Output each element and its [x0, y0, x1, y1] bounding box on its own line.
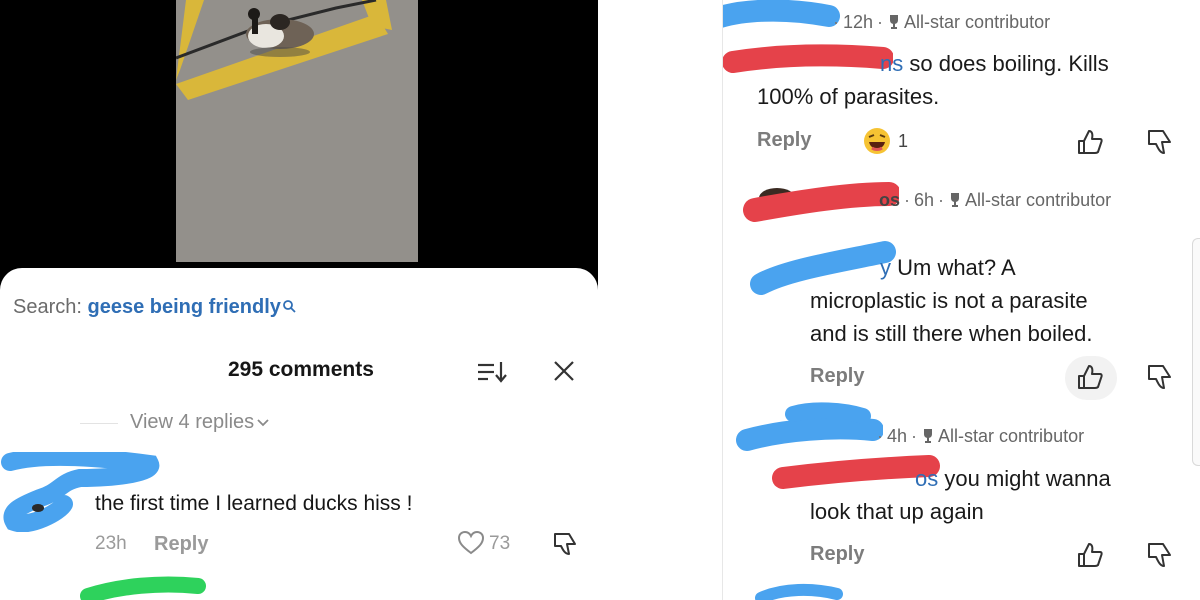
comment-3-time: 4h [887, 426, 908, 446]
thumbs-down-icon[interactable] [1145, 540, 1175, 575]
comment-2-time: 6h [914, 190, 935, 210]
view-replies-link[interactable]: View 4 replies [130, 411, 270, 434]
comment-1-reaction-count: 1 [898, 131, 909, 151]
comment-1-time: 12h [843, 12, 874, 32]
scroll-edge[interactable] [1192, 238, 1200, 466]
video-player[interactable] [0, 0, 598, 290]
view-replies-label: View 4 replies [130, 411, 255, 433]
chevron-down-icon [257, 419, 269, 426]
search-suggestion[interactable]: Search: geese being friendly [13, 296, 296, 319]
comment-2-badge: All-star contributor [965, 190, 1112, 210]
video-frame-goose-on-parking-lot [176, 0, 418, 262]
comment-1-reply-button[interactable]: Reply [757, 129, 811, 152]
redacted-next-avatar [755, 583, 843, 600]
trophy-icon [948, 192, 962, 213]
magnifier-icon [282, 296, 296, 319]
laughing-emoji-icon[interactable] [862, 126, 892, 161]
replies-divider [80, 423, 118, 424]
comment-2-text-line2: microplastic is not a parasite [810, 288, 1088, 313]
comment-2-reply-button[interactable]: Reply [810, 365, 864, 388]
comment-3-text-line2: look that up again [810, 499, 984, 524]
comment-1-meta: · 12h · All-star contributor [829, 12, 1050, 35]
left-panel: Search: geese being friendly 295 comment… [0, 0, 598, 600]
thumbs-down-icon[interactable] [551, 530, 579, 563]
comment-text: the first time I learned ducks hiss ! [95, 492, 413, 515]
sort-icon[interactable] [474, 358, 508, 386]
comment-3-mention[interactable]: os [810, 466, 938, 491]
comment-1-badge: All-star contributor [904, 12, 1051, 32]
comments-count-title: 295 comments [228, 358, 374, 381]
redacted-avatar-2 [743, 182, 899, 222]
redacted-next-username [80, 576, 206, 600]
comment-3-meta: · 4h · All-star contributor [873, 426, 1084, 449]
redacted-avatar-3 [736, 402, 883, 451]
thumbs-up-icon[interactable] [1075, 540, 1105, 575]
comment-2-text-line3: and is still there when boiled. [810, 321, 1093, 346]
comment-2-name-tail: os [879, 190, 901, 210]
thumbs-down-icon[interactable] [1145, 127, 1175, 162]
comment-1-text-line1: so does boiling. Kills [903, 51, 1109, 76]
thumbs-down-icon[interactable] [1145, 362, 1175, 397]
thumbs-up-icon[interactable] [1075, 127, 1105, 162]
search-query-link[interactable]: geese being friendly [88, 296, 281, 318]
search-prefix: Search: [13, 296, 82, 318]
comment-1-text: ns so does boiling. Kills 100% of parasi… [757, 47, 1109, 113]
comment-3-reply-button[interactable]: Reply [810, 543, 864, 566]
thumbs-up-icon[interactable] [1075, 362, 1105, 397]
heart-icon[interactable] [457, 530, 485, 561]
comment-1-text-line2: 100% of parasites. [757, 84, 940, 109]
comment-3-text: os you might wanna look that up again [810, 462, 1111, 528]
trophy-icon [921, 428, 935, 449]
trophy-icon [887, 14, 901, 35]
reply-button[interactable]: Reply [154, 533, 208, 556]
comment-3-text-line1: you might wanna [938, 466, 1111, 491]
comment-1-mention[interactable]: ns [757, 51, 903, 76]
comment-2-mention[interactable]: y [810, 255, 891, 280]
comment-3-badge: All-star contributor [938, 426, 1085, 446]
right-panel: · 12h · All-star contributor ns so does boi… [722, 0, 1200, 600]
comment-timestamp: 23h [95, 533, 127, 554]
comment-2-text: y Um what? A microplastic is not a paras… [810, 251, 1093, 350]
like-count: 73 [489, 533, 511, 554]
comment-2-text-line1: Um what? A [891, 255, 1016, 280]
comment-2-meta: os · 6h · All-star contributor [879, 190, 1111, 213]
parking-lot-image [176, 0, 418, 262]
close-icon[interactable] [551, 358, 577, 384]
